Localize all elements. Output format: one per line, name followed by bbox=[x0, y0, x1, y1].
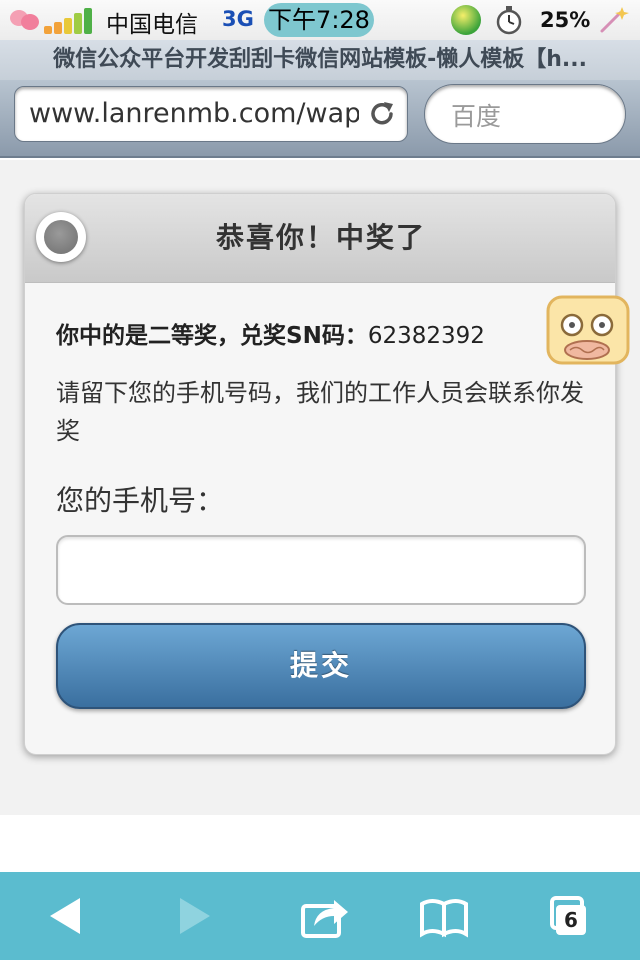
page-title: 微信公众平台开发刮刮卡微信网站模板-懒人模板【h... bbox=[53, 47, 587, 72]
security-plus-icon bbox=[451, 5, 481, 35]
share-icon[interactable] bbox=[300, 892, 352, 940]
dialog-title: 恭喜你！中奖了 bbox=[215, 221, 426, 254]
arrow-left-icon[interactable] bbox=[44, 892, 86, 940]
search-placeholder: 百度 bbox=[451, 102, 502, 131]
phone-input[interactable] bbox=[56, 535, 586, 605]
arrow-right-icon bbox=[180, 898, 210, 934]
address-bar: www.lanrenmb.com/wap 百度 bbox=[0, 80, 640, 158]
signal-icon bbox=[44, 8, 96, 34]
submit-button[interactable]: 提交 bbox=[56, 623, 586, 709]
clock: 下午7:28 bbox=[264, 3, 374, 37]
contact-hint: 请留下您的手机号码，我们的工作人员会联系你发奖 bbox=[56, 379, 584, 445]
url-input[interactable]: www.lanrenmb.com/wap bbox=[14, 86, 408, 142]
prize-dialog: 恭喜你！中奖了 你中的是二等奖，兑奖SN码：62382392 请留下您的手机号码… bbox=[24, 193, 616, 755]
network-type: 3G bbox=[222, 7, 254, 31]
magic-wand-icon bbox=[600, 7, 629, 33]
hearts-icon bbox=[10, 10, 39, 30]
sn-code: 62382392 bbox=[367, 323, 485, 349]
dialog-header: 恭喜你！中奖了 bbox=[25, 194, 615, 283]
carrier-label: 中国电信 bbox=[106, 12, 198, 38]
stopwatch-icon bbox=[496, 6, 522, 35]
reload-icon[interactable] bbox=[367, 99, 397, 129]
battery-percent: 25% bbox=[540, 8, 591, 32]
status-bar: 中国电信 3G 下午7:28 25% bbox=[0, 0, 640, 40]
prize-info: 你中的是二等奖，兑奖SN码：62382392 bbox=[56, 316, 485, 350]
tab-count: 6 bbox=[556, 905, 586, 935]
phone-label: 您的手机号： bbox=[56, 484, 225, 517]
search-input[interactable]: 百度 bbox=[424, 84, 626, 144]
book-icon[interactable] bbox=[418, 892, 470, 940]
browser-toolbar: 6 bbox=[0, 872, 640, 960]
browser-title-bar: 微信公众平台开发刮刮卡微信网站模板-懒人模板【h... bbox=[0, 40, 640, 80]
url-text: www.lanrenmb.com/wap bbox=[29, 98, 359, 129]
sticker-face-icon[interactable] bbox=[546, 295, 630, 365]
prize-text: 你中的是二等奖，兑奖SN码： bbox=[56, 323, 368, 349]
tabs-icon[interactable]: 6 bbox=[548, 892, 594, 940]
